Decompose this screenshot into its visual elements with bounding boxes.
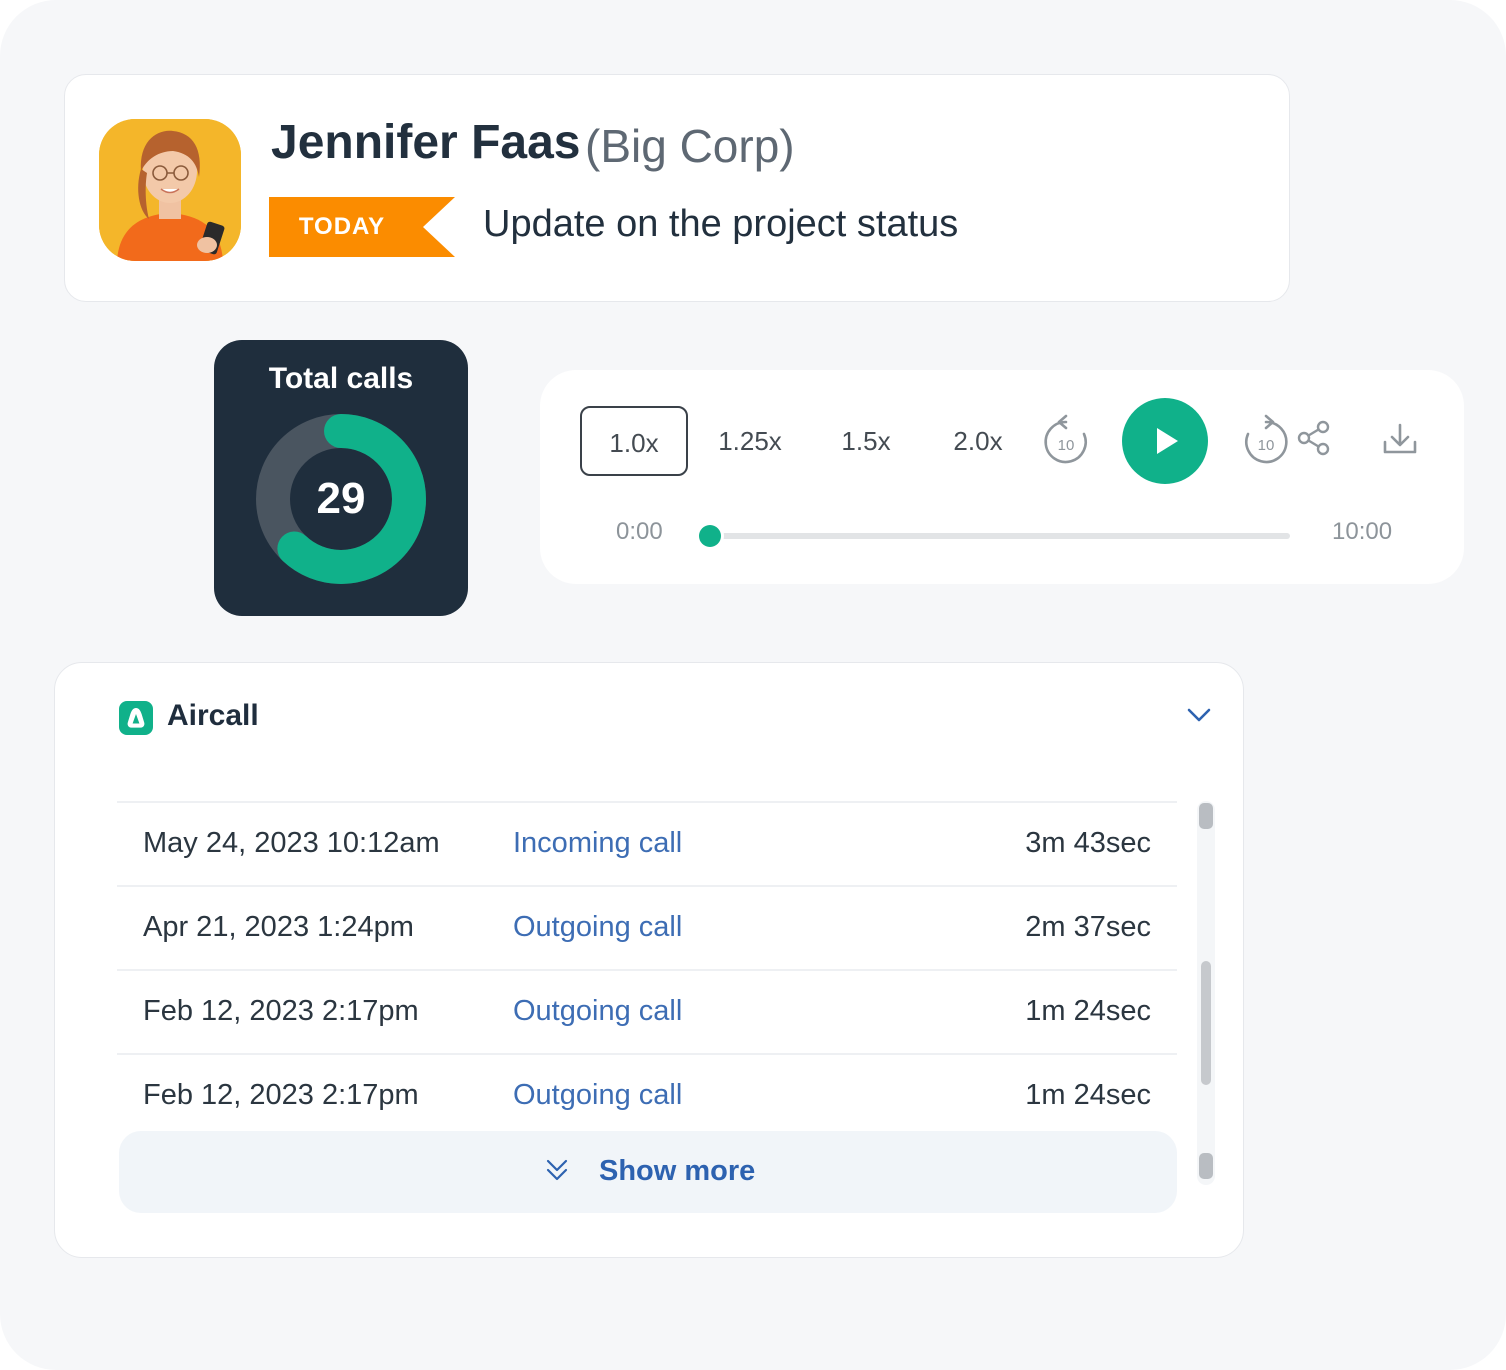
call-row[interactable]: May 24, 2023 10:12am Incoming call 3m 43…: [117, 801, 1177, 885]
progress-track[interactable]: [699, 525, 1290, 547]
aircall-calls-panel: Aircall May 24, 2023 10:12am Incoming ca…: [54, 662, 1244, 1258]
call-type-link[interactable]: Outgoing call: [513, 1079, 682, 1112]
calls-list: May 24, 2023 10:12am Incoming call 3m 43…: [117, 801, 1177, 1137]
scroll-thumb[interactable]: [1201, 961, 1211, 1085]
progress-knob[interactable]: [699, 525, 721, 547]
aircall-logo-icon: [119, 701, 153, 735]
today-tag: TODAY: [269, 197, 455, 257]
audio-player: 1.0x 1.25x 1.5x 2.0x 10 10 0:00 10:00: [540, 370, 1464, 584]
call-duration: 1m 24sec: [1025, 1079, 1151, 1111]
forward-10-label: 10: [1258, 437, 1275, 454]
call-duration: 3m 43sec: [1025, 827, 1151, 859]
call-row[interactable]: Apr 21, 2023 1:24pm Outgoing call 2m 37s…: [117, 885, 1177, 969]
contact-subject: Update on the project status: [483, 203, 959, 245]
forward-10-icon[interactable]: 10: [1240, 414, 1292, 470]
contact-name: Jennifer Faas: [271, 116, 581, 169]
share-icon[interactable]: [1296, 420, 1332, 456]
speed-2x-button[interactable]: 2.0x: [928, 406, 1028, 476]
play-icon: [1157, 428, 1178, 454]
download-icon[interactable]: [1382, 422, 1418, 456]
call-row[interactable]: Feb 12, 2023 2:17pm Outgoing call 1m 24s…: [117, 969, 1177, 1053]
show-more-button[interactable]: Show more: [119, 1131, 1177, 1213]
total-time: 10:00: [1332, 518, 1393, 545]
current-time: 0:00: [616, 518, 663, 545]
rewind-10-label: 10: [1058, 437, 1075, 454]
double-chevron-down-icon: [546, 1159, 568, 1181]
show-more-label: Show more: [599, 1155, 756, 1187]
speed-1x-button[interactable]: 1.0x: [580, 406, 688, 476]
app-canvas: Jennifer Faas (Big Corp) TODAY Update on…: [0, 0, 1506, 1370]
total-calls-value: 29: [316, 474, 366, 523]
avatar: [99, 119, 241, 261]
call-duration: 1m 24sec: [1025, 995, 1151, 1027]
rewind-10-icon[interactable]: 10: [1040, 414, 1092, 470]
scroll-up-arrow[interactable]: [1199, 803, 1213, 829]
call-duration: 2m 37sec: [1025, 911, 1151, 943]
scrollbar[interactable]: [1197, 801, 1215, 1185]
play-button[interactable]: [1122, 398, 1208, 484]
contact-card: Jennifer Faas (Big Corp) TODAY Update on…: [64, 74, 1290, 302]
avatar-photo: [99, 119, 241, 261]
call-row[interactable]: Feb 12, 2023 2:17pm Outgoing call 1m 24s…: [117, 1053, 1177, 1137]
speed-1-5x-button[interactable]: 1.5x: [818, 406, 914, 476]
chevron-down-icon[interactable]: [1185, 703, 1213, 727]
call-date: Feb 12, 2023 2:17pm: [143, 995, 419, 1027]
speed-1-25x-button[interactable]: 1.25x: [698, 406, 802, 476]
scroll-down-arrow[interactable]: [1199, 1153, 1213, 1179]
call-type-link[interactable]: Outgoing call: [513, 995, 682, 1028]
call-type-link[interactable]: Incoming call: [513, 827, 682, 860]
total-calls-card: Total calls 29: [214, 340, 468, 616]
call-date: Feb 12, 2023 2:17pm: [143, 1079, 419, 1111]
contact-company: (Big Corp): [585, 120, 795, 172]
call-date: May 24, 2023 10:12am: [143, 827, 440, 859]
call-date: Apr 21, 2023 1:24pm: [143, 911, 414, 943]
panel-title: Aircall: [167, 699, 259, 732]
total-calls-title: Total calls: [268, 362, 414, 395]
call-type-link[interactable]: Outgoing call: [513, 911, 682, 944]
today-tag-label: TODAY: [298, 213, 386, 240]
